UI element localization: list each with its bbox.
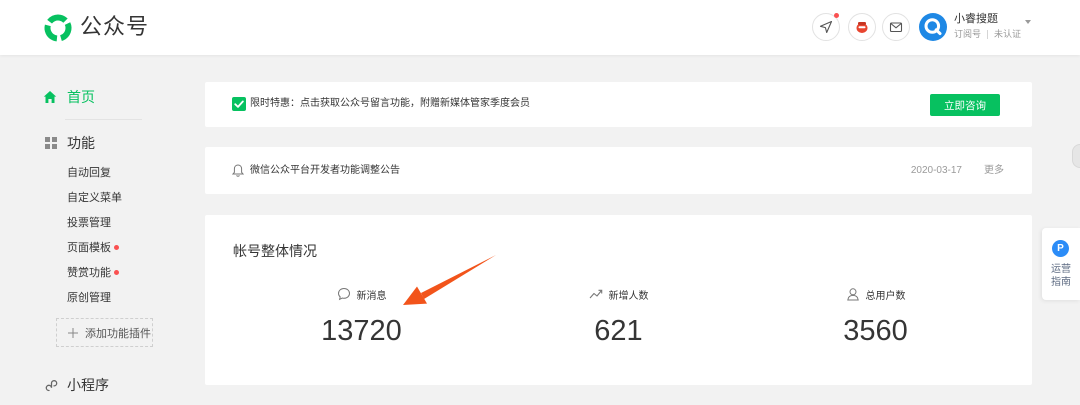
home-icon [43,91,57,103]
stat-new-messages: 新消息 13720 [233,286,490,347]
logo-text[interactable]: 公众号 [80,13,149,41]
wallet-icon [856,22,868,33]
account-overview: 帐号整体情况 新消息 13720 新增人数 621 总用户数 3560 [205,215,1032,385]
account-meta: 订阅号 未认证 [954,28,1021,40]
plus-icon [68,327,78,338]
sidebar-section-label: 小程序 [67,377,109,393]
sidebar-item-original[interactable]: 原创管理 [67,285,122,310]
wallet-button[interactable] [848,13,876,41]
stat-value: 621 [594,315,643,347]
more-link[interactable]: 更多 [984,164,1004,178]
notice-title[interactable]: 微信公众平台开发者功能调整公告 [250,164,400,178]
chat-bubble-icon [337,287,350,301]
operation-guide-widget[interactable]: P 运营指南 [1042,228,1080,300]
sidebar-item-label: 投票管理 [67,216,111,229]
consult-now-button[interactable]: 立即咨询 [930,94,1000,116]
new-badge-dot [114,270,119,275]
promo-text[interactable]: 限时特惠：点击获取公众号留言功能，附赠新媒体管家季度会员 [250,97,530,111]
stat-label-row: 新消息 [337,286,387,302]
stat-value: 13720 [321,315,402,347]
sidebar-item-custom-menu[interactable]: 自定义菜单 [67,185,122,210]
sidebar-item-label: 自定义菜单 [67,191,122,204]
sidebar-section-label: 功能 [67,135,95,151]
sidebar-item-page-template[interactable]: 页面模板 [67,235,122,260]
user-icon [846,288,859,301]
mail-icon [889,22,903,33]
check-icon [232,97,246,111]
notification-dot [834,13,839,18]
account-name[interactable]: 小睿搜题 [954,12,998,26]
sidebar-item-label: 原创管理 [67,291,111,304]
stats-row: 新消息 13720 新增人数 621 总用户数 3560 [233,286,1004,347]
top-header: 公众号 小睿搜题 订阅号 未认证 [0,0,1080,55]
send-icon [819,20,833,34]
wechat-mp-logo-icon[interactable] [43,13,73,43]
sidebar-section-miniprogram[interactable]: 小程序 [45,376,109,394]
sidebar-divider [65,119,142,120]
stat-total-users: 总用户数 3560 [747,286,1004,347]
sidebar-section-functions[interactable]: 功能 [45,134,95,152]
account-meta-divider [987,29,989,39]
mail-button[interactable] [882,13,910,41]
sidebar-item-label: 赞赏功能 [67,266,111,279]
chevron-down-icon[interactable] [1025,20,1031,24]
function-menu: 自动回复 自定义菜单 投票管理 页面模板 赞赏功能 原创管理 [67,160,122,310]
trend-up-icon [589,289,602,299]
notice-date: 2020-03-17 [910,165,962,176]
sidebar-item-reward[interactable]: 赞赏功能 [67,260,122,285]
stat-label: 总用户数 [865,290,906,302]
notice-bar: 微信公众平台开发者功能调整公告 2020-03-17 更多 [205,147,1032,194]
sidebar-item-auto-reply[interactable]: 自动回复 [67,160,122,185]
promo-banner: 限时特惠：点击获取公众号留言功能，附赠新媒体管家季度会员 立即咨询 [205,82,1032,127]
account-status: 未认证 [994,29,1022,39]
stat-new-followers: 新增人数 621 [490,286,747,347]
avatar[interactable] [919,13,947,41]
side-collapse-tab[interactable] [1072,144,1080,168]
overview-title: 帐号整体情况 [233,243,317,259]
new-badge-dot [114,245,119,250]
stat-label-row: 总用户数 [846,286,906,302]
grid-icon [45,137,57,149]
miniprogram-icon [45,379,58,391]
account-type: 订阅号 [954,29,982,39]
sidebar-item-label: 页面模板 [67,241,111,254]
stat-label: 新消息 [356,290,387,302]
sidebar-item-home[interactable]: 首页 [43,88,95,106]
add-plugin-button[interactable]: 添加功能插件 [56,318,153,347]
guide-label: 运营指南 [1051,264,1071,288]
stat-label-row: 新增人数 [589,286,649,302]
add-plugin-label: 添加功能插件 [85,327,151,340]
bell-icon [232,164,244,177]
guide-icon: P [1052,240,1069,257]
sidebar-item-vote[interactable]: 投票管理 [67,210,122,235]
stat-label: 新增人数 [608,290,649,302]
sidebar-item-label: 首页 [67,89,95,105]
sidebar-item-label: 自动回复 [67,166,111,179]
stat-value: 3560 [843,315,908,347]
